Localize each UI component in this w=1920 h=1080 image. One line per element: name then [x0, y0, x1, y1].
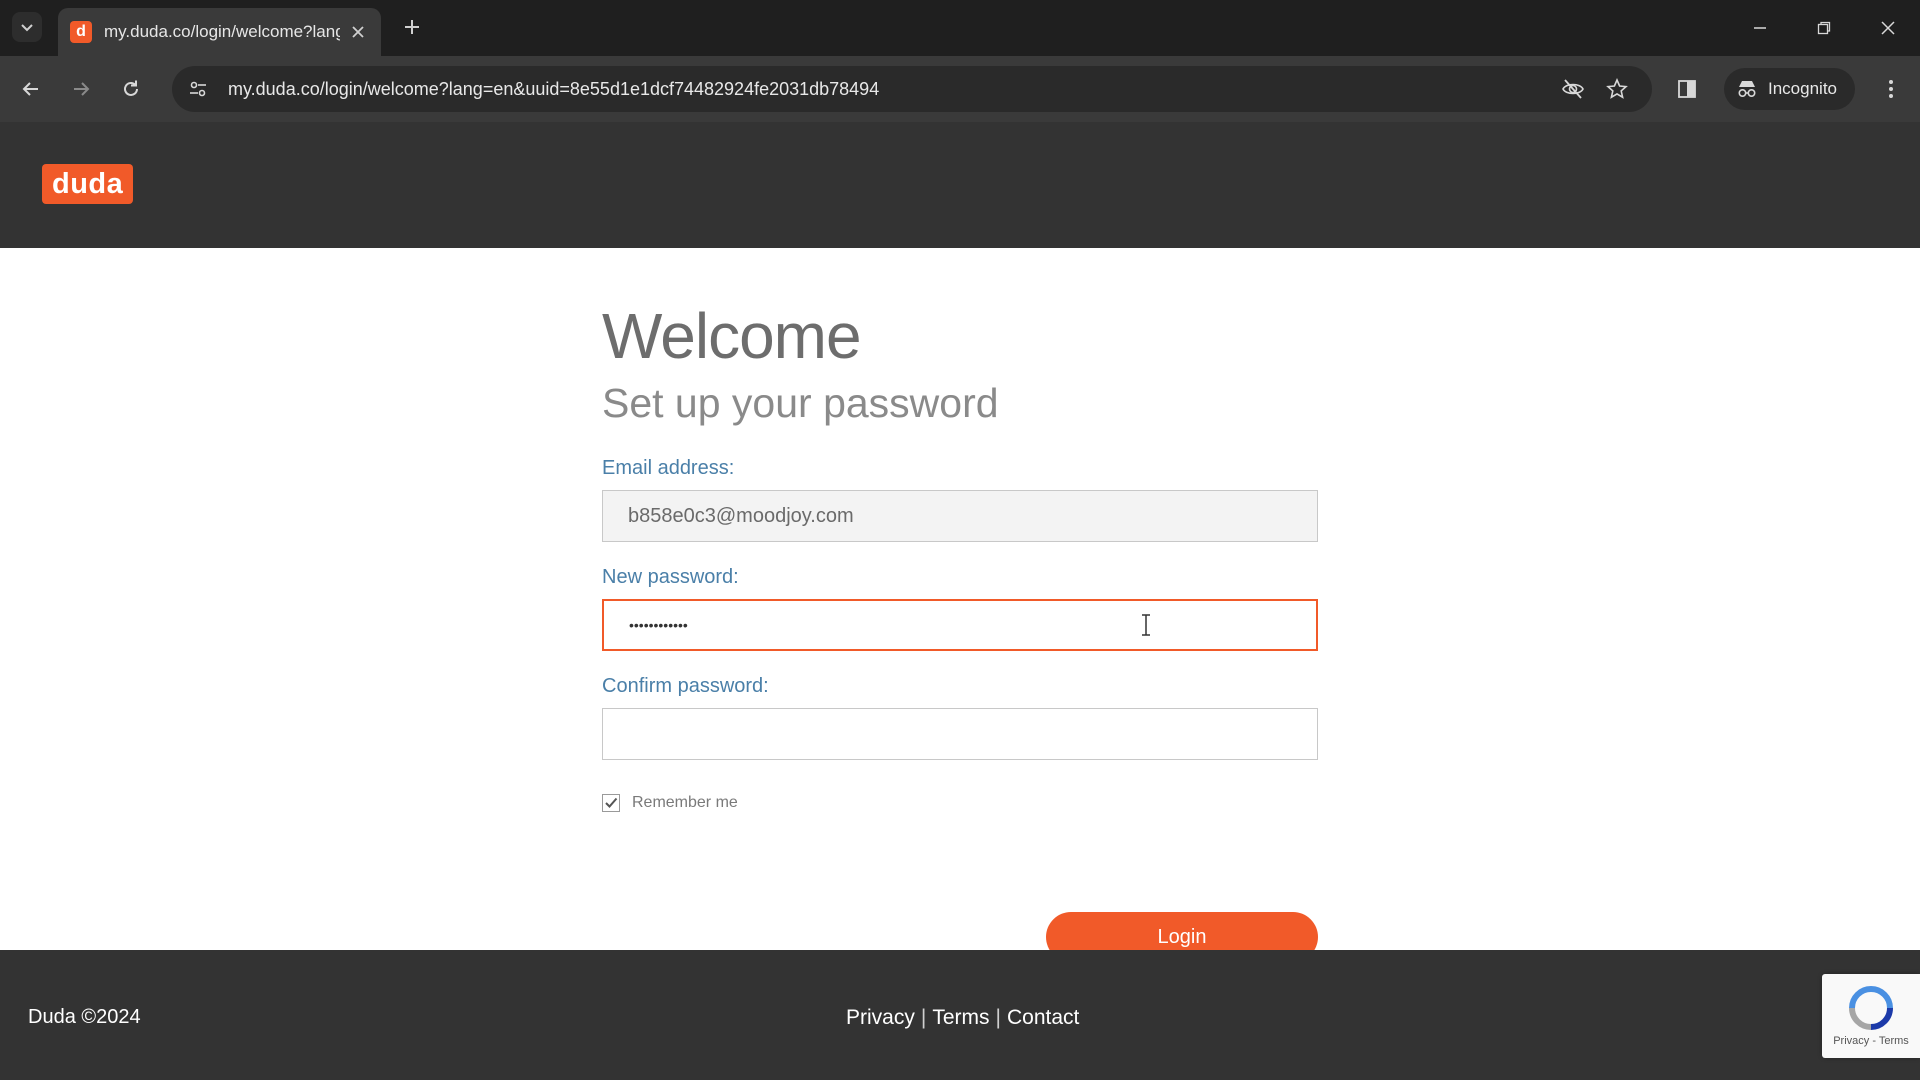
- duda-logo[interactable]: duda: [42, 164, 134, 204]
- restore-button[interactable]: [1792, 0, 1856, 56]
- new-password-field[interactable]: ••••••••••••: [602, 599, 1318, 651]
- reload-icon: [124, 80, 138, 96]
- tracking-protection-button[interactable]: [1558, 74, 1588, 104]
- back-button[interactable]: [14, 72, 48, 106]
- text-cursor-icon: [1142, 614, 1150, 636]
- email-value: b858e0c3@moodjoy.com: [628, 504, 854, 527]
- confirm-password-label: Confirm password:: [602, 675, 769, 697]
- footer-links: Privacy | Terms | Contact: [846, 1006, 1079, 1030]
- browser-tab-active[interactable]: d my.duda.co/login/welcome?lang=en: [58, 8, 381, 56]
- password-setup-form: Welcome Set up your password Email addre…: [602, 300, 1318, 962]
- footer-separator: |: [995, 1006, 1001, 1029]
- incognito-label: Incognito: [1768, 79, 1837, 98]
- new-tab-button[interactable]: [398, 14, 426, 42]
- recaptcha-links[interactable]: Privacy - Terms: [1833, 1035, 1909, 1047]
- restore-icon: [1817, 21, 1831, 35]
- arrow-left-icon: [22, 82, 38, 96]
- checkmark-icon: [605, 797, 618, 808]
- main-content: Welcome Set up your password Email addre…: [0, 248, 1920, 962]
- email-label: Email address:: [602, 457, 735, 479]
- recaptcha-icon: [1849, 986, 1893, 1030]
- incognito-indicator[interactable]: Incognito: [1724, 68, 1855, 110]
- close-icon: [352, 26, 364, 38]
- star-icon: [1606, 78, 1628, 99]
- url-text: my.duda.co/login/welcome?lang=en&uuid=8e…: [228, 78, 880, 99]
- side-panel-button[interactable]: [1670, 72, 1704, 106]
- tab-search-button[interactable]: [12, 12, 42, 42]
- reload-button[interactable]: [114, 72, 148, 106]
- browser-menu-button[interactable]: [1874, 72, 1908, 106]
- bookmark-star-button[interactable]: [1602, 74, 1632, 104]
- tab-close-button[interactable]: [347, 21, 369, 43]
- terms-link[interactable]: Terms: [932, 1006, 989, 1030]
- remember-me-row[interactable]: Remember me: [602, 794, 1318, 812]
- eye-off-icon: [1562, 79, 1584, 99]
- confirm-password-field[interactable]: [602, 708, 1318, 760]
- forward-button[interactable]: [64, 72, 98, 106]
- site-header: duda: [0, 122, 1920, 248]
- privacy-link[interactable]: Privacy: [846, 1006, 915, 1030]
- new-password-label: New password:: [602, 566, 739, 588]
- remember-me-checkbox[interactable]: [602, 794, 620, 812]
- site-footer: Duda ©2024 Privacy | Terms | Contact Pri…: [0, 950, 1920, 1080]
- contact-link[interactable]: Contact: [1007, 1006, 1079, 1030]
- duda-favicon-icon: d: [70, 21, 92, 43]
- plus-icon: [405, 20, 419, 34]
- minimize-button[interactable]: [1728, 0, 1792, 56]
- email-field[interactable]: b858e0c3@moodjoy.com: [602, 490, 1318, 542]
- side-panel-icon: [1678, 80, 1696, 98]
- tab-title: my.duda.co/login/welcome?lang=en: [104, 22, 340, 41]
- minimize-icon: [1754, 27, 1766, 29]
- new-password-value: ••••••••••••: [629, 617, 688, 633]
- incognito-icon: [1738, 81, 1756, 98]
- tune-icon: [190, 81, 206, 97]
- remember-me-label: Remember me: [632, 794, 738, 811]
- window-controls: [1728, 0, 1920, 56]
- close-icon: [1881, 21, 1895, 35]
- chevron-down-icon: [21, 24, 33, 32]
- browser-toolbar: my.duda.co/login/welcome?lang=en&uuid=8e…: [0, 56, 1920, 122]
- page-title: Welcome: [602, 300, 862, 372]
- page-subtitle: Set up your password: [602, 380, 999, 426]
- close-window-button[interactable]: [1856, 0, 1920, 56]
- browser-tab-bar: d my.duda.co/login/welcome?lang=en: [0, 0, 1920, 56]
- footer-separator: |: [920, 1006, 927, 1029]
- arrow-right-icon: [74, 82, 90, 96]
- copyright-text: Duda ©2024: [28, 1006, 141, 1028]
- recaptcha-badge[interactable]: Privacy - Terms: [1822, 974, 1920, 1058]
- address-bar[interactable]: my.duda.co/login/welcome?lang=en&uuid=8e…: [172, 66, 1652, 112]
- more-vertical-icon: [1889, 80, 1893, 98]
- site-info-button[interactable]: [178, 69, 218, 109]
